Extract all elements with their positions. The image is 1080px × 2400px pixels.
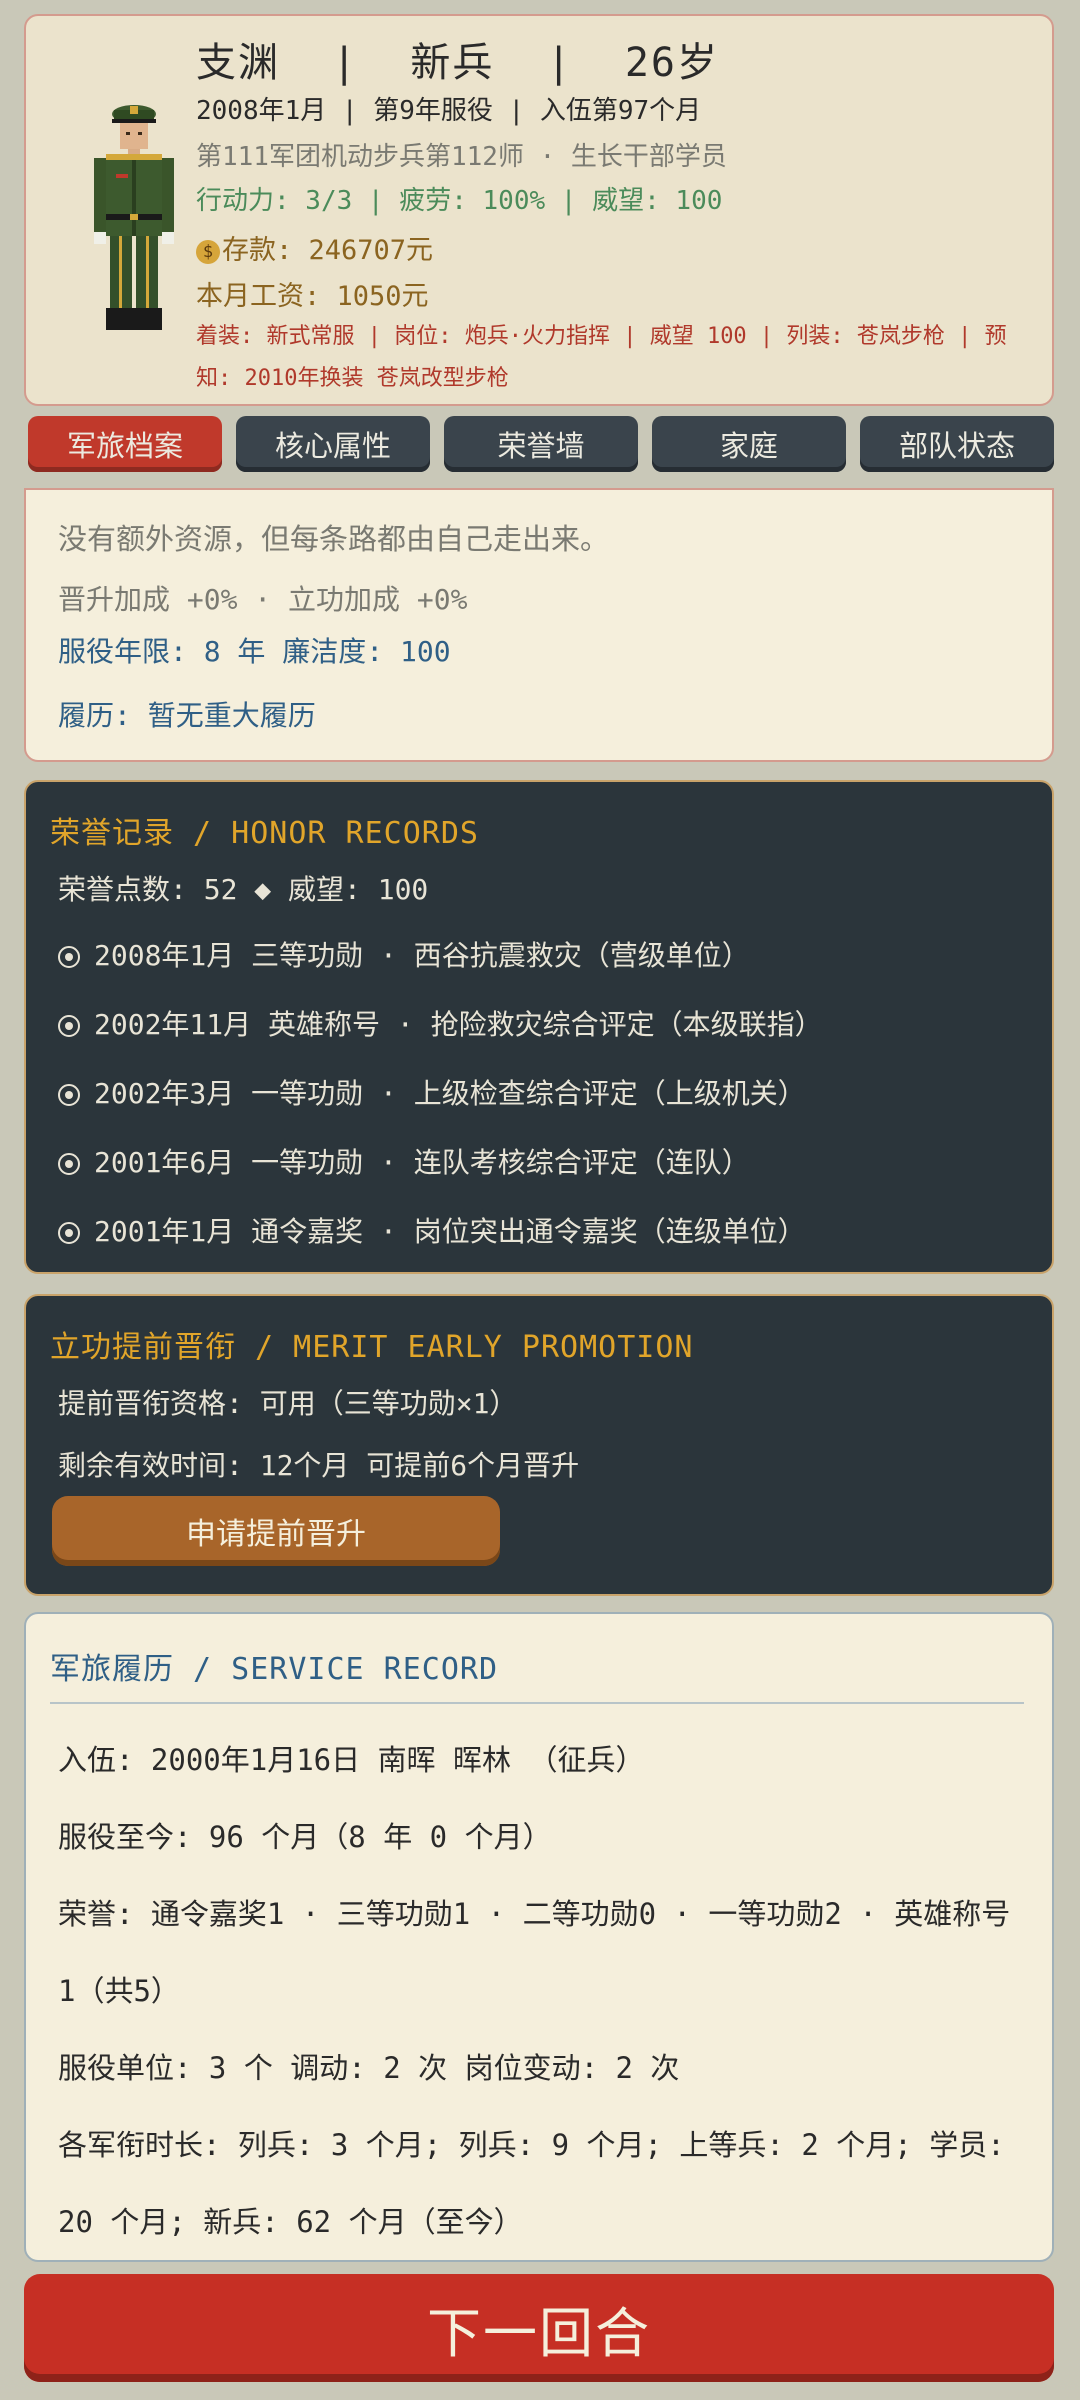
medal-icon [58, 946, 80, 968]
tab-unit-status[interactable]: 部队状态 [860, 416, 1054, 472]
honor-points-line: 荣誉点数: 52 ◆ 威望: 100 [58, 873, 429, 906]
soldier-avatar [94, 105, 174, 330]
apply-early-promotion-button[interactable]: 申请提前晋升 [52, 1496, 500, 1566]
unit-transfer-summary: 服役单位: 3 个 调动: 2 次 岗位变动: 2 次 [58, 2051, 680, 2085]
tab-bar: 军旅档案 核心属性 荣誉墙 家庭 部队状态 [28, 416, 1054, 472]
soldier-name-rank-age: 支渊 | 新兵 | 26岁 [196, 40, 719, 86]
rank-duration-summary: 各军衔时长: 列兵: 3 个月; 列兵: 9 个月; 上等兵: 2 个月; 学员… [58, 2128, 1005, 2239]
honor-record-item: 2008年1月 三等功勋 · 西谷抗震救灾（营级单位） [58, 934, 750, 974]
promotion-eligibility: 提前晋衔资格: 可用（三等功勋×1） [58, 1387, 518, 1420]
medal-icon [58, 1153, 80, 1175]
years-integrity-text: 服役年限: 8 年 廉洁度: 100 [58, 635, 451, 668]
service-record-panel: 军旅履历 / SERVICE RECORD 入伍: 2000年1月16日 南晖 … [24, 1612, 1054, 2262]
honor-records-panel: 荣誉记录 / HONOR RECORDS 荣誉点数: 52 ◆ 威望: 100 … [24, 780, 1054, 1274]
savings-line: $ 存款: 246707元 [196, 228, 433, 267]
honor-record-item: 2002年3月 一等功勋 · 上级检查综合评定（上级机关） [58, 1072, 806, 1112]
honor-summary: 荣誉: 通令嘉奖1 · 三等功勋1 · 二等功勋0 · 一等功勋2 · 英雄称号… [58, 1897, 1011, 2008]
medal-icon [58, 1084, 80, 1106]
money-bag-icon: $ [196, 239, 220, 264]
honor-records-title: 荣誉记录 / HONOR RECORDS [50, 816, 479, 851]
next-turn-button[interactable]: 下一回合 [24, 2274, 1054, 2382]
promotion-remaining-time: 剩余有效时间: 12个月 可提前6个月晋升 [58, 1449, 580, 1482]
medal-icon [58, 1015, 80, 1037]
divider [50, 1702, 1024, 1704]
tab-family[interactable]: 家庭 [652, 416, 846, 472]
bonus-text: 晋升加成 +0% · 立功加成 +0% [58, 583, 468, 616]
service-date-line: 2008年1月 | 第9年服役 | 入伍第97个月 [196, 96, 702, 126]
merit-promotion-panel: 立功提前晋衔 / MERIT EARLY PROMOTION 提前晋衔资格: 可… [24, 1294, 1054, 1596]
summary-panel: 没有额外资源，但每条路都由自己走出来。 晋升加成 +0% · 立功加成 +0% … [24, 488, 1054, 762]
motto-text: 没有额外资源，但每条路都由自己走出来。 [58, 522, 610, 556]
unit-line: 第111军团机动步兵第112师 · 生长干部学员 [196, 142, 727, 172]
service-record-title: 军旅履历 / SERVICE RECORD [50, 1652, 499, 1687]
tab-honor-wall[interactable]: 荣誉墙 [444, 416, 638, 472]
medal-icon [58, 1222, 80, 1244]
profile-card: 支渊 | 新兵 | 26岁 2008年1月 | 第9年服役 | 入伍第97个月 … [24, 14, 1054, 406]
honor-record-item: 2001年6月 一等功勋 · 连队考核综合评定（连队） [58, 1141, 750, 1181]
resume-text: 履历: 暂无重大履历 [58, 699, 316, 732]
merit-promotion-title: 立功提前晋衔 / MERIT EARLY PROMOTION [50, 1330, 694, 1365]
honor-record-item: 2001年1月 通令嘉奖 · 岗位突出通令嘉奖（连级单位） [58, 1210, 806, 1250]
service-duration: 服役至今: 96 个月（8 年 0 个月） [58, 1820, 552, 1854]
stat-line: 行动力: 3/3 | 疲劳: 100% | 威望: 100 [196, 186, 723, 216]
enlist-info: 入伍: 2000年1月16日 南晖 晖林 （征兵） [58, 1743, 645, 1777]
wage-line: 本月工资: 1050元 [196, 281, 429, 312]
equipment-note: 着装: 新式常服 | 岗位: 炮兵·火力指挥 | 威望 100 | 列装: 苍岚… [196, 324, 1007, 391]
honor-record-item: 2002年11月 英雄称号 · 抢险救灾综合评定（本级联指） [58, 1003, 823, 1043]
tab-core-attributes[interactable]: 核心属性 [236, 416, 430, 472]
tab-military-file[interactable]: 军旅档案 [28, 416, 222, 472]
savings-text: 存款: 246707元 [222, 235, 434, 266]
